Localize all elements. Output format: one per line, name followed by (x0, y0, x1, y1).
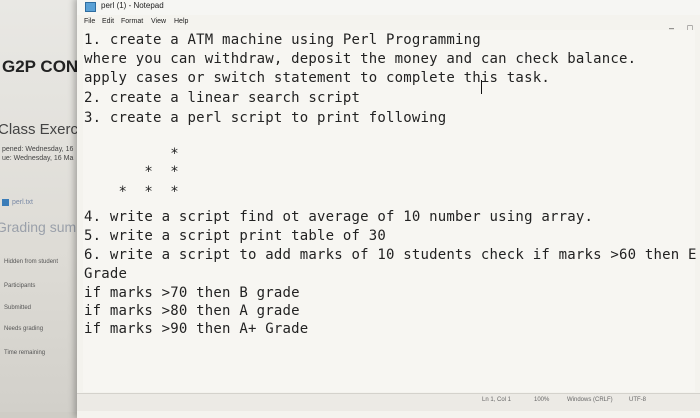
text-line: if marks >90 then A+ Grade (84, 321, 309, 337)
submitted-label: Submitted (4, 305, 32, 311)
file-icon (2, 199, 9, 206)
zoom-level: 100% (534, 397, 550, 403)
text-editor-area[interactable]: 1. create a ATM machine using Perl Progr… (83, 30, 697, 392)
opened-date: pened: Wednesday, 16 (2, 146, 74, 153)
text-line: 5. write a script print table of 30 (84, 228, 387, 244)
needs-grading-label: Needs grading (4, 326, 44, 332)
assignment-dates: pened: Wednesday, 16 ue: Wednesday, 16 M… (2, 145, 73, 163)
text-line: 3. create a perl script to print followi… (84, 110, 447, 126)
menu-edit[interactable]: Edit (102, 18, 114, 25)
text-line: if marks >70 then B grade (84, 285, 300, 301)
window-title: perl (1) - Notepad (101, 1, 164, 10)
grading-summary-heading: Grading summ (0, 219, 88, 235)
title-bar[interactable]: perl (1) - Notepad (77, 0, 700, 15)
text-line: if marks >80 then A grade (84, 303, 300, 319)
menu-file[interactable]: File (84, 18, 95, 25)
text-line: 6. write a script to add marks of 10 stu… (84, 247, 697, 263)
text-cursor (481, 80, 482, 94)
course-title: G2P CON (2, 57, 79, 76)
text-line: Grade (84, 266, 128, 282)
participants-label: Participants (4, 283, 36, 289)
text-line: 4. write a script find ot average of 10 … (84, 209, 594, 225)
notepad-icon (85, 2, 96, 12)
text-line: 1. create a ATM machine using Perl Progr… (84, 32, 481, 48)
text-line: where you can withdraw, deposit the mone… (84, 51, 637, 67)
text-line: * (84, 146, 179, 162)
encoding: UTF-8 (629, 397, 646, 403)
menu-format[interactable]: Format (121, 18, 143, 25)
due-date: ue: Wednesday, 16 Ma (2, 155, 74, 162)
notepad-window: perl (1) - Notepad File Edit Format View… (77, 0, 700, 418)
text-line: 2. create a linear search script (84, 90, 361, 106)
menu-bar: File Edit Format View Help (77, 16, 677, 30)
text-line: * * (84, 164, 179, 180)
hidden-from-students-label: Hidden from student (4, 259, 59, 265)
cursor-position: Ln 1, Col 1 (482, 397, 512, 403)
menu-help[interactable]: Help (174, 18, 188, 25)
time-remaining-label: Time remaining (4, 350, 46, 356)
assignment-file-link[interactable]: perl.txt (12, 199, 33, 206)
text-line: * * * (84, 184, 179, 200)
menu-view[interactable]: View (151, 18, 166, 25)
line-ending: Windows (CRLF) (567, 397, 613, 403)
status-bar: Ln 1, Col 1 100% Windows (CRLF) UTF-8 (77, 393, 700, 411)
